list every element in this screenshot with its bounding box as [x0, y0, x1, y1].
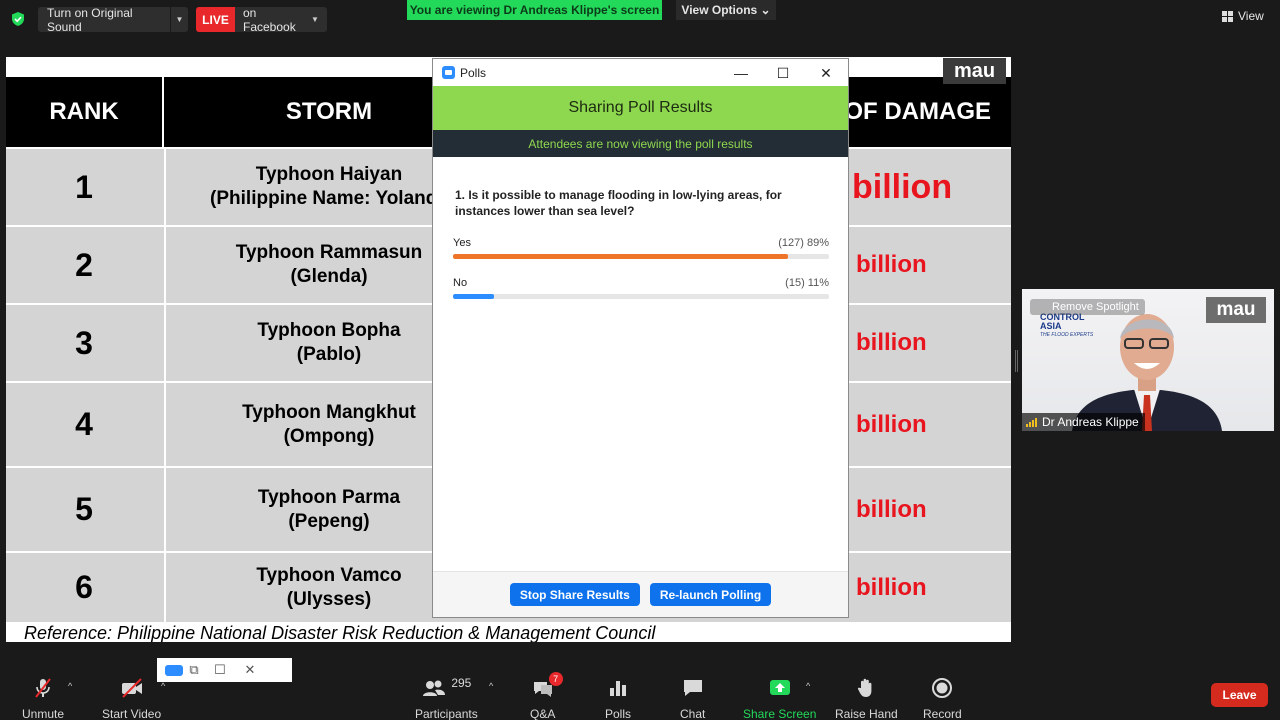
share-screen-label: Share Screen: [743, 707, 816, 720]
poll-option-stat: (15) 11%: [785, 277, 829, 289]
raise-hand-button[interactable]: Raise Hand: [835, 676, 898, 720]
relaunch-polling-button[interactable]: Re-launch Polling: [650, 583, 771, 606]
record-label: Record: [923, 707, 962, 720]
mini-floating-window: ⧉ ☐ ✕: [157, 658, 292, 682]
chevron-up-icon[interactable]: ^: [806, 681, 810, 691]
poll-results-header: Sharing Poll Results: [433, 86, 848, 130]
zoom-app-icon: [442, 66, 455, 79]
poll-option-bar: [453, 254, 829, 259]
close-icon[interactable]: ✕: [235, 658, 265, 682]
unmute-button[interactable]: Unmute: [22, 676, 64, 720]
rank-cell: 5: [6, 468, 162, 551]
polls-window-title: Polls: [460, 66, 486, 80]
bar-chart-icon: [606, 676, 630, 700]
participants-label: Participants: [415, 707, 478, 720]
poll-option-label: No: [453, 277, 467, 289]
chevron-up-icon[interactable]: ^: [161, 681, 165, 691]
restore-icon[interactable]: ⧉: [183, 658, 205, 682]
start-video-button[interactable]: Start Video: [102, 676, 161, 720]
participants-icon: 295: [421, 676, 471, 700]
qa-label: Q&A: [530, 707, 555, 720]
rank-cell: 3: [6, 305, 162, 381]
speaker-video-tile[interactable]: CONTROL ASIA THE FLOOD EXPERTS Remove Sp…: [1022, 289, 1274, 431]
signal-strength-icon: [1026, 417, 1037, 427]
poll-option-label: Yes: [453, 237, 471, 249]
polls-window: Polls — ☐ ✕ Sharing Poll Results Attende…: [432, 58, 849, 618]
slide-reference: Reference: Philippine National Disaster …: [24, 623, 655, 642]
poll-question: 1. Is it possible to manage flooding in …: [455, 187, 815, 219]
polls-label: Polls: [605, 707, 631, 720]
chat-label: Chat: [680, 707, 705, 720]
leave-button[interactable]: Leave: [1211, 683, 1268, 707]
rank-cell: 1: [6, 149, 162, 225]
start-video-label: Start Video: [102, 707, 161, 720]
rank-cell: 6: [6, 553, 162, 622]
grid-view-icon: [1222, 11, 1233, 22]
chevron-down-icon[interactable]: ▼: [170, 7, 188, 32]
chevron-down-icon[interactable]: ▼: [311, 15, 327, 24]
participants-count: 295: [451, 676, 471, 690]
chat-icon: [681, 676, 705, 700]
video-camera-off-icon: [119, 676, 145, 700]
live-target-label: on Facebook: [235, 6, 311, 34]
raise-hand-label: Raise Hand: [835, 707, 898, 720]
rank-cell: 2: [6, 227, 162, 303]
view-button[interactable]: View: [1222, 9, 1264, 23]
minimize-icon[interactable]: —: [731, 63, 751, 83]
poll-option-bar-fill: [453, 254, 788, 259]
share-screen-icon: [768, 676, 792, 700]
view-options-button[interactable]: View Options ⌄: [676, 0, 776, 20]
chevron-up-icon[interactable]: ^: [68, 681, 72, 691]
live-badge: LIVE: [196, 7, 235, 32]
chevron-up-icon[interactable]: ^: [489, 681, 493, 691]
speaker-name: Dr Andreas Klippe: [1042, 415, 1139, 429]
close-icon[interactable]: ✕: [816, 63, 836, 83]
zoom-app-icon: [165, 665, 183, 676]
zoom-meeting-window: Turn on Original Sound ▼ LIVE on Faceboo…: [0, 0, 1280, 720]
maximize-icon[interactable]: ☐: [773, 63, 793, 83]
qa-button[interactable]: 7 Q&A: [530, 676, 555, 720]
poll-results-subheader: Attendees are now viewing the poll resul…: [433, 130, 848, 157]
record-button[interactable]: Record: [923, 676, 962, 720]
rank-cell: 4: [6, 383, 162, 466]
poll-option-stat: (127) 89%: [778, 237, 829, 249]
remove-spotlight-button[interactable]: Remove Spotlight: [1030, 299, 1145, 315]
original-sound-button[interactable]: Turn on Original Sound ▼: [38, 7, 188, 32]
hand-icon: [854, 676, 878, 700]
qa-badge: 7: [549, 672, 563, 686]
view-label: View: [1238, 9, 1264, 23]
speaker-name-tag: Dr Andreas Klippe: [1022, 413, 1145, 431]
poll-footer: Stop Share Results Re-launch Polling: [433, 571, 848, 617]
chat-button[interactable]: Chat: [680, 676, 705, 720]
polls-titlebar[interactable]: Polls — ☐ ✕: [433, 59, 848, 86]
stop-share-results-button[interactable]: Stop Share Results: [510, 583, 640, 606]
participants-button[interactable]: 295 Participants: [415, 676, 478, 720]
qa-icon: 7: [531, 676, 555, 700]
viewing-screen-banner: You are viewing Dr Andreas Klippe's scre…: [407, 0, 662, 20]
brand-logo: mau: [943, 58, 1006, 84]
original-sound-label: Turn on Original Sound: [38, 6, 170, 34]
record-icon: [930, 676, 954, 700]
unmute-label: Unmute: [22, 707, 64, 720]
split-view-handle[interactable]: [1015, 350, 1018, 372]
header-rank: RANK: [6, 77, 162, 147]
shield-icon[interactable]: [10, 11, 26, 27]
poll-option-bar: [453, 294, 829, 299]
microphone-muted-icon: [31, 676, 55, 700]
maximize-icon[interactable]: ☐: [205, 658, 235, 682]
polls-button[interactable]: Polls: [605, 676, 631, 720]
live-stream-button[interactable]: LIVE on Facebook ▼: [196, 7, 327, 32]
brand-logo: mau: [1206, 297, 1266, 323]
poll-option-bar-fill: [453, 294, 494, 299]
